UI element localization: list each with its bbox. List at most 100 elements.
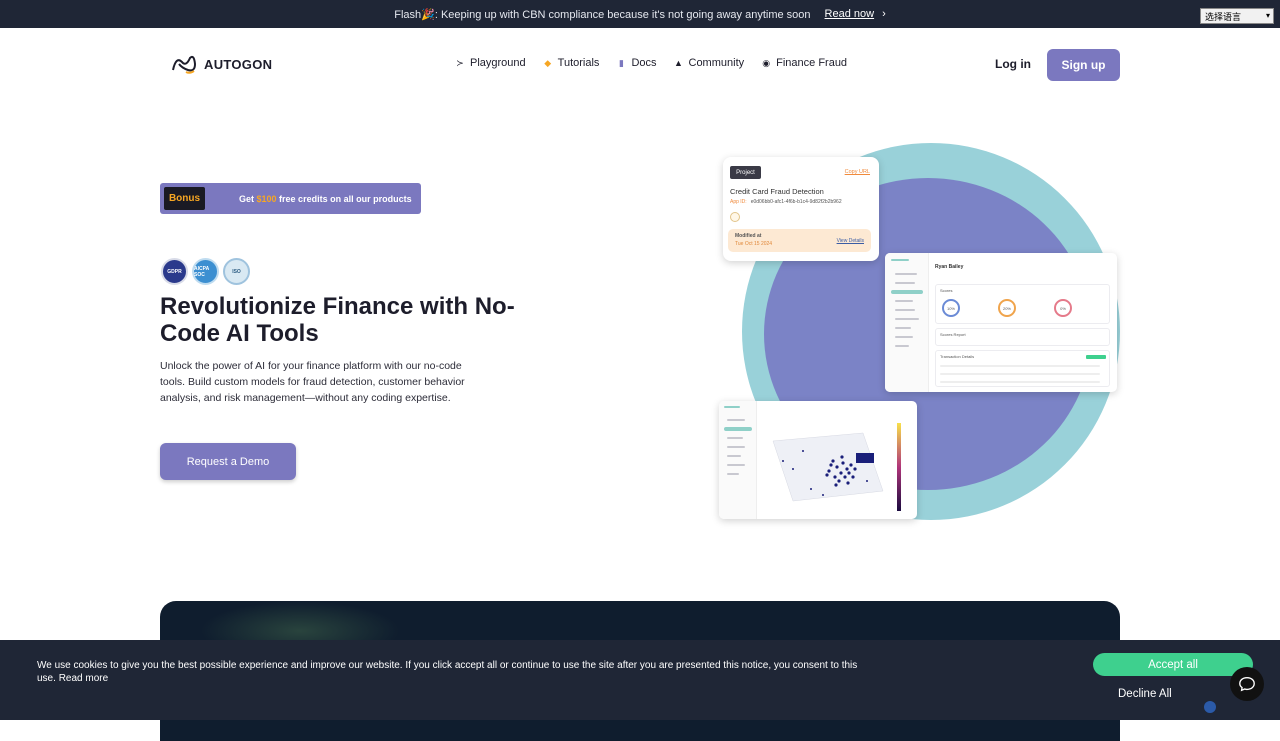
scores-panel: Scores 10% 20% 0% (935, 284, 1110, 324)
bonus-text-suffix: free credits on all our products (276, 193, 412, 204)
main-nav: ≻ Playground ◆ Tutorials ▮ Docs ▲ Commun… (455, 57, 864, 69)
document-icon: ▮ (618, 57, 624, 68)
app-id-value: e0d06bb0-afc1-4f6b-b1c4-9d82f2b2b962 (750, 199, 842, 205)
nav-label: Tutorials (557, 57, 600, 69)
sidebar-line (895, 336, 913, 338)
hero-title: Revolutionize Finance with No-Code AI To… (160, 293, 515, 347)
chat-bubble-icon (1239, 677, 1255, 692)
report-label: Scores Report (940, 332, 966, 337)
bonus-text-prefix: Get (239, 193, 257, 204)
bonus-text: Get $100 free credits on all our product… (239, 194, 412, 204)
logo[interactable]: AUTOGON (170, 52, 272, 76)
read-more-link[interactable]: Read more (59, 673, 108, 684)
table-line (940, 373, 1100, 375)
nav-label: Community (688, 57, 745, 69)
nav-label: Finance Fraud (776, 57, 848, 69)
flash-banner: Flash🎉: Keeping up with CBN compliance b… (0, 0, 1280, 28)
project-card: Project Copy URL Credit Card Fraud Detec… (723, 157, 879, 261)
sidebar-line (895, 327, 911, 329)
aicpa-soc-badge-icon: AICPA SOC (192, 258, 219, 285)
translate-icon[interactable] (1204, 701, 1216, 713)
hero-description: Unlock the power of AI for your finance … (160, 360, 465, 404)
gauge: 0% (1054, 299, 1072, 317)
flash-message: Flash🎉: Keeping up with CBN compliance b… (394, 8, 811, 21)
modified-panel: Modified at Tue Oct 15 2024 View Details (728, 229, 871, 252)
cookie-text: We use cookies to give you the best poss… (37, 659, 877, 685)
status-icon (730, 212, 740, 222)
report-panel: Scores Report (935, 328, 1110, 346)
logo-text: AUTOGON (204, 56, 273, 72)
plot-sidebar (719, 401, 757, 519)
sidebar-logo (891, 259, 909, 261)
nav-item-finance-fraud[interactable]: ◉ Finance Fraud (761, 57, 847, 69)
dashboard-sidebar (885, 253, 929, 392)
bonus-banner[interactable]: Bonus Get $100 free credits on all our p… (160, 183, 421, 214)
request-demo-button[interactable]: Request a Demo (160, 443, 296, 480)
scatter-plot-card (719, 401, 917, 519)
chat-button[interactable] (1230, 667, 1264, 701)
modified-date: Tue Oct 15 2024 (735, 241, 773, 247)
chevron-down-icon: ▾ (1265, 11, 1270, 20)
sidebar-line (727, 464, 745, 466)
sidebar-line (727, 455, 741, 457)
sidebar-line (895, 309, 915, 311)
sidebar-line (895, 300, 913, 302)
nav-label: Playground (470, 57, 526, 69)
app-id-label: App ID: (730, 199, 747, 205)
site-header: AUTOGON ≻ Playground ◆ Tutorials ▮ Docs … (0, 28, 1280, 100)
shield-icon: ◉ (762, 57, 771, 68)
dashboard-user: Ryan Bailey (935, 264, 964, 270)
sidebar-line (895, 345, 909, 347)
sidebar-line (895, 318, 919, 320)
sidebar-line (727, 473, 739, 475)
bonus-tag: Bonus (164, 187, 205, 210)
iso-badge-icon: ISO (223, 258, 250, 285)
sidebar-logo (724, 406, 740, 408)
login-link[interactable]: Log in (995, 57, 1031, 71)
terminal-icon: ≻ (456, 57, 464, 68)
sidebar-line (727, 446, 745, 448)
chevron-right-icon[interactable]: › (882, 8, 886, 20)
sidebar-line (895, 273, 917, 275)
project-tag: Project (730, 166, 761, 179)
read-now-link[interactable]: Read now (825, 8, 875, 20)
nav-item-tutorials[interactable]: ◆ Tutorials (543, 57, 600, 69)
nav-item-docs[interactable]: ▮ Docs (616, 57, 657, 69)
mini-button (1086, 355, 1106, 359)
sidebar-active (891, 290, 923, 294)
modified-label: Modified at (735, 233, 762, 239)
transactions-panel: Transaction Details (935, 350, 1110, 387)
view-details-link: View Details (836, 238, 864, 244)
accept-all-button[interactable]: Accept all (1093, 653, 1253, 676)
copy-url-link: Copy URL (844, 169, 870, 175)
dashboard-card: Ryan Bailey Scores 10% 20% 0% Scores Rep… (885, 253, 1117, 392)
sidebar-line (727, 437, 743, 439)
table-line (940, 365, 1100, 367)
language-select-value: 选择语言 (1205, 11, 1242, 22)
compliance-badges: GDPR AICPA SOC ISO (161, 258, 250, 285)
nav-label: Docs (631, 57, 657, 69)
signup-button[interactable]: Sign up (1047, 49, 1120, 81)
nav-item-playground[interactable]: ≻ Playground (455, 57, 526, 69)
nav-item-community[interactable]: ▲ Community (674, 57, 745, 69)
autogon-logo-icon (172, 55, 197, 74)
sidebar-line (895, 282, 915, 284)
language-select[interactable]: 选择语言 ▾ (1200, 8, 1274, 24)
sidebar-line (727, 419, 745, 421)
bonus-amount: $100 (256, 193, 277, 204)
transactions-label: Transaction Details (940, 354, 975, 359)
project-title: Credit Card Fraud Detection (730, 187, 824, 196)
scores-label: Scores (940, 288, 953, 293)
community-icon: ▲ (674, 58, 683, 68)
tutorial-icon: ◆ (544, 57, 552, 68)
scatter-plot-graphic (763, 411, 913, 515)
gauge: 10% (942, 299, 960, 317)
cookie-banner: We use cookies to give you the best poss… (0, 640, 1280, 720)
cookie-message: We use cookies to give you the best poss… (37, 660, 858, 684)
gdpr-badge-icon: GDPR (161, 258, 188, 285)
decline-all-button[interactable]: Decline All (1118, 688, 1172, 700)
table-line (940, 381, 1100, 383)
app-id: App ID: e0d06bb0-afc1-4f6b-b1c4-9d82f2b2b… (730, 199, 842, 205)
gauge: 20% (998, 299, 1016, 317)
sidebar-active (724, 427, 752, 431)
